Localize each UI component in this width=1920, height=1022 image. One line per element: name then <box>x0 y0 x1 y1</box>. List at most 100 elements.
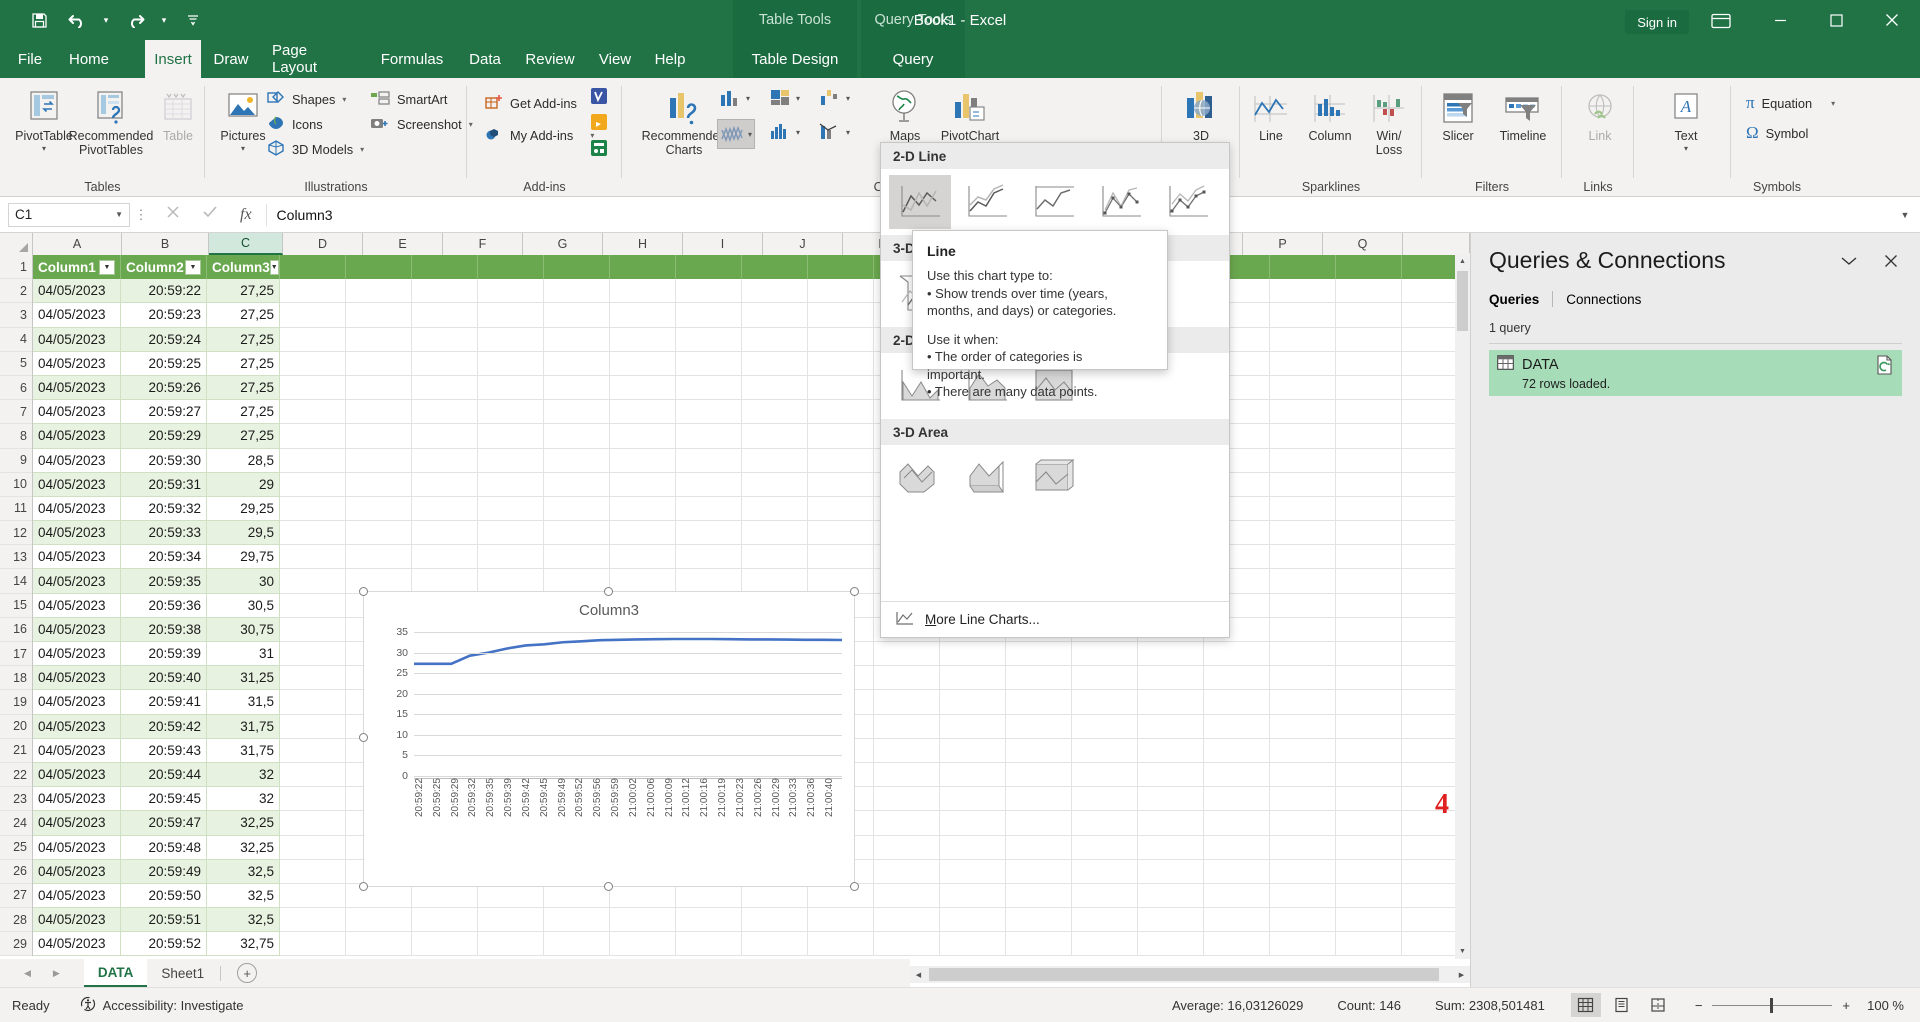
cell-column3[interactable]: 31,5 <box>207 690 280 714</box>
empty-cell[interactable] <box>1336 690 1402 714</box>
chevron-down-icon[interactable]: ▾ <box>846 128 850 137</box>
empty-cell[interactable] <box>412 569 478 593</box>
empty-cell[interactable] <box>280 497 346 521</box>
empty-cell[interactable] <box>940 787 1006 811</box>
empty-cell[interactable] <box>412 473 478 497</box>
empty-cell[interactable] <box>940 642 1006 666</box>
empty-cell[interactable] <box>940 739 1006 763</box>
empty-cell[interactable] <box>1138 666 1204 690</box>
shapes-button[interactable]: Shapes ▾ <box>267 88 346 110</box>
cell-column1[interactable]: 04/05/2023 <box>33 328 121 352</box>
window-maximize-button[interactable] <box>1808 0 1864 40</box>
empty-cell[interactable] <box>346 521 412 545</box>
cell-column2[interactable]: 20:59:34 <box>121 545 207 569</box>
pane-tab-connections[interactable]: Connections <box>1566 292 1641 307</box>
table-header-column1[interactable]: Column1▼ <box>33 255 121 279</box>
row-header[interactable]: 14 <box>0 569 32 593</box>
empty-cell[interactable] <box>280 666 346 690</box>
cell-column1[interactable]: 04/05/2023 <box>33 618 121 642</box>
empty-cell[interactable] <box>1204 715 1270 739</box>
empty-cell[interactable] <box>412 545 478 569</box>
cell-column3[interactable]: 30 <box>207 569 280 593</box>
redo-dropdown-icon[interactable]: ▾ <box>156 5 172 35</box>
empty-cell[interactable] <box>1072 739 1138 763</box>
empty-cell[interactable] <box>610 255 676 279</box>
cell-column1[interactable]: 04/05/2023 <box>33 715 121 739</box>
cell-column1[interactable]: 04/05/2023 <box>33 376 121 400</box>
waterfall-chart-button[interactable]: ▾ <box>818 86 850 110</box>
empty-cell[interactable] <box>742 569 808 593</box>
empty-cell[interactable] <box>940 715 1006 739</box>
3d-models-button[interactable]: 3D Models ▾ <box>267 138 364 160</box>
empty-cell[interactable] <box>1336 352 1402 376</box>
empty-cell[interactable] <box>280 836 346 860</box>
empty-cell[interactable] <box>1336 666 1402 690</box>
cell-column1[interactable]: 04/05/2023 <box>33 642 121 666</box>
column-header-e[interactable]: E <box>363 233 443 255</box>
empty-cell[interactable] <box>1072 763 1138 787</box>
tab-file[interactable]: File <box>8 40 52 78</box>
empty-cell[interactable] <box>676 352 742 376</box>
empty-cell[interactable] <box>610 569 676 593</box>
chevron-down-icon[interactable]: ▾ <box>42 145 46 154</box>
row-header[interactable]: 5 <box>0 352 32 376</box>
vertical-scrollbar[interactable]: ▲ ▼ <box>1455 253 1470 959</box>
empty-cell[interactable] <box>280 715 346 739</box>
cell-column2[interactable]: 20:59:25 <box>121 352 207 376</box>
statistic-chart-button[interactable]: ▾ <box>768 120 800 144</box>
empty-cell[interactable] <box>808 884 874 908</box>
empty-cell[interactable] <box>544 328 610 352</box>
empty-cell[interactable] <box>808 449 874 473</box>
row-header[interactable]: 9 <box>0 449 32 473</box>
empty-cell[interactable] <box>412 279 478 303</box>
tab-insert[interactable]: Insert <box>145 40 201 78</box>
scroll-down-icon[interactable]: ▼ <box>1455 943 1470 959</box>
empty-cell[interactable] <box>1138 932 1204 956</box>
cell-column3[interactable]: 29,5 <box>207 521 280 545</box>
empty-cell[interactable] <box>1336 376 1402 400</box>
empty-cell[interactable] <box>610 521 676 545</box>
empty-cell[interactable] <box>1270 690 1336 714</box>
empty-cell[interactable] <box>544 449 610 473</box>
cell-column2[interactable]: 20:59:51 <box>121 908 207 932</box>
cell-column2[interactable]: 20:59:39 <box>121 642 207 666</box>
equation-button[interactable]: π Equation ▾ <box>1746 92 1835 114</box>
empty-cell[interactable] <box>742 255 808 279</box>
empty-cell[interactable] <box>1138 690 1204 714</box>
cell-column2[interactable]: 20:59:33 <box>121 521 207 545</box>
sparkline-line-button[interactable]: Line <box>1242 84 1300 144</box>
cell-column2[interactable]: 20:59:31 <box>121 473 207 497</box>
empty-cell[interactable] <box>676 569 742 593</box>
empty-cell[interactable] <box>874 908 940 932</box>
empty-cell[interactable] <box>1336 497 1402 521</box>
empty-cell[interactable] <box>1138 836 1204 860</box>
table-row[interactable]: 04/05/202320:59:2327,25 <box>33 303 1470 327</box>
empty-cell[interactable] <box>874 763 940 787</box>
empty-cell[interactable] <box>1006 690 1072 714</box>
sheet-tab-data[interactable]: DATA <box>84 959 148 987</box>
empty-cell[interactable] <box>1336 642 1402 666</box>
chevron-down-icon[interactable]: ▼ <box>115 210 123 219</box>
tab-table-design[interactable]: Table Design <box>733 40 857 78</box>
ribbon-display-options-icon[interactable] <box>1702 8 1740 34</box>
empty-cell[interactable] <box>544 255 610 279</box>
empty-cell[interactable] <box>610 328 676 352</box>
symbol-button[interactable]: Ω Symbol <box>1746 122 1808 144</box>
row-header[interactable]: 28 <box>0 908 32 932</box>
cell-column3[interactable]: 27,25 <box>207 303 280 327</box>
screenshot-button[interactable]: Screenshot ▾ <box>370 113 473 135</box>
empty-cell[interactable] <box>1270 715 1336 739</box>
table-row[interactable]: 04/05/202320:59:5232,75 <box>33 932 1470 956</box>
empty-cell[interactable] <box>1204 666 1270 690</box>
tab-view[interactable]: View <box>589 40 641 78</box>
empty-cell[interactable] <box>346 884 412 908</box>
empty-cell[interactable] <box>1006 787 1072 811</box>
empty-cell[interactable] <box>478 255 544 279</box>
chevron-down-icon[interactable]: ▾ <box>360 145 364 154</box>
row-header[interactable]: 29 <box>0 932 32 956</box>
column-header-b[interactable]: B <box>122 233 209 255</box>
tab-formulas[interactable]: Formulas <box>368 40 456 78</box>
empty-cell[interactable] <box>1072 642 1138 666</box>
empty-cell[interactable] <box>544 932 610 956</box>
empty-cell[interactable] <box>478 908 544 932</box>
